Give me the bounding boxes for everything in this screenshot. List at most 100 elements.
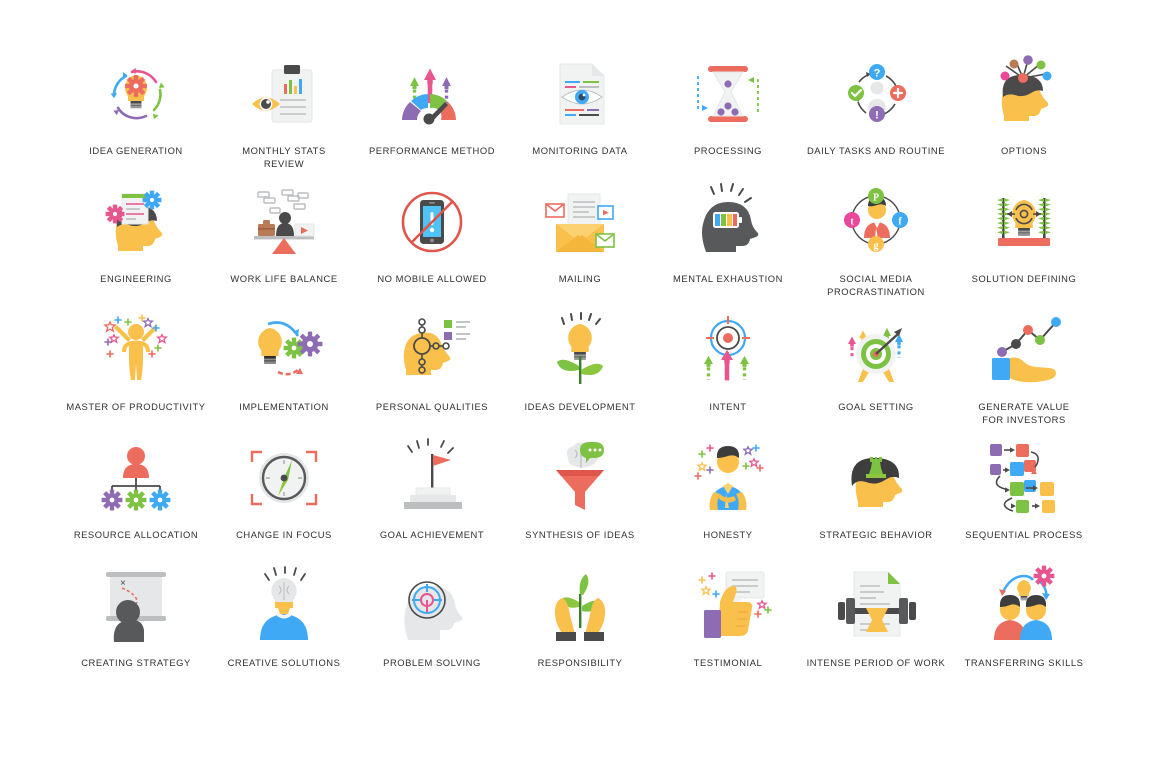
icon-cell-no-mobile-allowed[interactable]: NO MOBILE ALLOWED <box>358 180 506 308</box>
daily-tasks-and-routine-icon: ?! <box>828 52 924 136</box>
creative-solutions-icon <box>236 564 332 648</box>
strategic-behavior-icon <box>828 436 924 520</box>
icon-cell-strategic-behavior[interactable]: STRATEGIC BEHAVIOR <box>802 436 950 564</box>
implementation-icon <box>236 308 332 392</box>
icon-label-monitoring-data: MONITORING DATA <box>532 145 628 156</box>
ideas-development-icon <box>532 308 628 392</box>
icon-cell-master-of-productivity[interactable]: MASTER OF PRODUCTIVITY <box>62 308 210 436</box>
icon-cell-sequential-process[interactable]: SEQUENTIAL PROCESS <box>950 436 1098 564</box>
svg-text:!: ! <box>875 110 879 122</box>
icon-cell-idea-generation[interactable]: IDEA GENERATION <box>62 52 210 180</box>
icon-label-creating-strategy: CREATING STRATEGY <box>81 657 191 668</box>
icon-label-strategic-behavior: STRATEGIC BEHAVIOR <box>819 529 933 540</box>
icon-cell-intense-period-of-work[interactable]: INTENSE PERIOD OF WORK <box>802 564 950 692</box>
sequential-process-icon <box>976 436 1072 520</box>
icon-label-engineering: ENGINEERING <box>100 273 172 284</box>
icon-cell-resource-allocation[interactable]: RESOURCE ALLOCATION <box>62 436 210 564</box>
mental-exhaustion-icon <box>680 180 776 264</box>
icon-cell-monitoring-data[interactable]: MONITORING DATA <box>506 52 654 180</box>
icon-label-generate-value-for-investors: GENERATE VALUE FOR INVESTORS <box>978 401 1070 425</box>
no-mobile-allowed-icon <box>384 180 480 264</box>
icon-label-solution-defining: SOLUTION DEFINING <box>971 273 1077 284</box>
icon-label-processing: PROCESSING <box>693 145 762 156</box>
options-icon <box>976 52 1072 136</box>
icon-cell-performance-method[interactable]: PERFORMANCE METHOD <box>358 52 506 180</box>
icon-label-no-mobile-allowed: NO MOBILE ALLOWED <box>377 273 487 284</box>
icon-label-goal-setting: GOAL SETTING <box>838 401 914 412</box>
icon-label-testimonial: TESTIMONIAL <box>693 657 763 668</box>
resource-allocation-icon <box>88 436 184 520</box>
icon-cell-creative-solutions[interactable]: CREATIVE SOLUTIONS <box>210 564 358 692</box>
icon-cell-options[interactable]: OPTIONS <box>950 52 1098 180</box>
icon-cell-monthly-stats-review[interactable]: MONTHLY STATS REVIEW <box>210 52 358 180</box>
icon-cell-goal-achievement[interactable]: GOAL ACHIEVEMENT <box>358 436 506 564</box>
icon-cell-personal-qualities[interactable]: PERSONAL QUALITIES <box>358 308 506 436</box>
honesty-icon <box>680 436 776 520</box>
monthly-stats-review-icon <box>236 52 332 136</box>
icon-label-monthly-stats-review: MONTHLY STATS REVIEW <box>242 145 326 169</box>
icon-label-sequential-process: SEQUENTIAL PROCESS <box>965 529 1083 540</box>
icon-label-personal-qualities: PERSONAL QUALITIES <box>375 401 489 412</box>
icon-cell-problem-solving[interactable]: PROBLEM SOLVING <box>358 564 506 692</box>
icon-cell-intent[interactable]: INTENT <box>654 308 802 436</box>
idea-generation-icon <box>88 52 184 136</box>
master-of-productivity-icon <box>88 308 184 392</box>
intent-icon <box>680 308 776 392</box>
svg-text:P: P <box>873 192 879 203</box>
icon-cell-work-life-balance[interactable]: WORK LIFE BALANCE <box>210 180 358 308</box>
icon-label-ideas-development: IDEAS DEVELOPMENT <box>524 401 636 412</box>
svg-text:×: × <box>120 578 126 589</box>
social-media-procrastination-icon: tfPg <box>828 180 924 264</box>
icon-label-work-life-balance: WORK LIFE BALANCE <box>230 273 338 284</box>
icon-cell-processing[interactable]: PROCESSING <box>654 52 802 180</box>
performance-method-icon <box>384 52 480 136</box>
creating-strategy-icon: × <box>88 564 184 648</box>
icon-grid: IDEA GENERATION MONTHLY STATS REVIEW PERFO… <box>0 0 1160 772</box>
change-in-focus-icon <box>236 436 332 520</box>
icon-cell-testimonial[interactable]: TESTIMONIAL <box>654 564 802 692</box>
icon-label-responsibility: RESPONSIBILITY <box>537 657 623 668</box>
icon-label-idea-generation: IDEA GENERATION <box>89 145 183 156</box>
icon-label-resource-allocation: RESOURCE ALLOCATION <box>73 529 199 540</box>
work-life-balance-icon <box>236 180 332 264</box>
solution-defining-icon <box>976 180 1072 264</box>
icon-cell-honesty[interactable]: HONESTY <box>654 436 802 564</box>
icon-label-transferring-skills: TRANSFERRING SKILLS <box>964 657 1084 668</box>
responsibility-icon <box>532 564 628 648</box>
intense-period-of-work-icon <box>828 564 924 648</box>
icon-label-implementation: IMPLEMENTATION <box>239 401 329 412</box>
icon-label-mailing: MAILING <box>558 273 602 284</box>
mailing-icon <box>532 180 628 264</box>
icon-label-goal-achievement: GOAL ACHIEVEMENT <box>379 529 485 540</box>
icon-cell-creating-strategy[interactable]: × CREATING STRATEGY <box>62 564 210 692</box>
goal-achievement-icon <box>384 436 480 520</box>
icon-label-change-in-focus: CHANGE IN FOCUS <box>236 529 332 540</box>
icon-cell-solution-defining[interactable]: SOLUTION DEFINING <box>950 180 1098 308</box>
icon-cell-synthesis-of-ideas[interactable]: SYNTHESIS OF IDEAS <box>506 436 654 564</box>
svg-text:?: ? <box>874 68 881 80</box>
icon-label-intense-period-of-work: INTENSE PERIOD OF WORK <box>806 657 946 668</box>
synthesis-of-ideas-icon <box>532 436 628 520</box>
icon-label-social-media-procrastination: SOCIAL MEDIA PROCRASTINATION <box>827 273 925 297</box>
icon-cell-daily-tasks-and-routine[interactable]: ?! DAILY TASKS AND ROUTINE <box>802 52 950 180</box>
icon-label-mental-exhaustion: MENTAL EXHAUSTION <box>673 273 783 284</box>
processing-icon <box>680 52 776 136</box>
icon-label-creative-solutions: CREATIVE SOLUTIONS <box>227 657 341 668</box>
icon-cell-implementation[interactable]: IMPLEMENTATION <box>210 308 358 436</box>
icon-cell-transferring-skills[interactable]: TRANSFERRING SKILLS <box>950 564 1098 692</box>
icon-cell-engineering[interactable]: ENGINEERING <box>62 180 210 308</box>
icon-cell-responsibility[interactable]: RESPONSIBILITY <box>506 564 654 692</box>
engineering-icon <box>88 180 184 264</box>
personal-qualities-icon <box>384 308 480 392</box>
icon-cell-change-in-focus[interactable]: CHANGE IN FOCUS <box>210 436 358 564</box>
icon-cell-mailing[interactable]: MAILING <box>506 180 654 308</box>
icon-label-daily-tasks-and-routine: DAILY TASKS AND ROUTINE <box>806 145 946 156</box>
icon-cell-goal-setting[interactable]: GOAL SETTING <box>802 308 950 436</box>
monitoring-data-icon <box>532 52 628 136</box>
icon-cell-ideas-development[interactable]: IDEAS DEVELOPMENT <box>506 308 654 436</box>
goal-setting-icon <box>828 308 924 392</box>
icon-cell-social-media-procrastination[interactable]: t f Pg SOCIAL MEDIA PROCRASTINATION <box>802 180 950 308</box>
svg-text:g: g <box>874 240 879 251</box>
icon-cell-mental-exhaustion[interactable]: MENTAL EXHAUSTION <box>654 180 802 308</box>
icon-cell-generate-value-for-investors[interactable]: GENERATE VALUE FOR INVESTORS <box>950 308 1098 436</box>
